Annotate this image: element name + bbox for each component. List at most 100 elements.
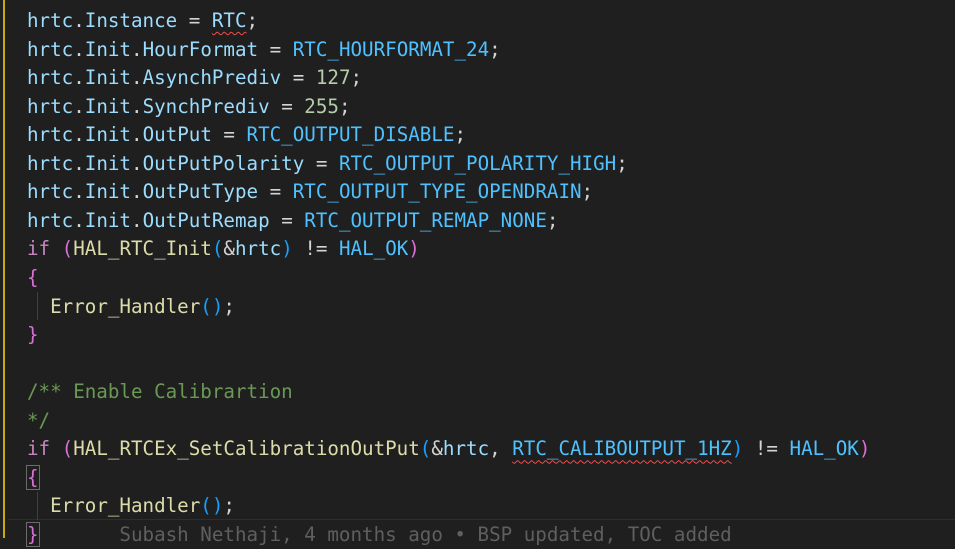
code-token: SynchPrediv: [142, 94, 270, 118]
code-token: .: [73, 123, 85, 147]
code-line[interactable]: if (HAL_RTC_Init(&hrtc) != HAL_OK): [27, 235, 420, 264]
code-token: hrtc: [442, 437, 490, 461]
code-token: ;: [616, 151, 628, 175]
code-token: AsynchPrediv: [142, 66, 282, 90]
code-token: .: [73, 66, 85, 90]
code-token: =: [269, 208, 305, 232]
code-token: .: [73, 208, 85, 232]
code-token: RTC: [211, 9, 247, 32]
code-token: Init: [84, 180, 131, 204]
code-token: .: [131, 208, 143, 232]
code-token: hrtc: [27, 180, 74, 204]
code-token: =: [177, 9, 212, 32]
code-line[interactable]: */: [27, 407, 50, 436]
code-token: RTC_CALIBOUTPUT_1HZ: [512, 437, 732, 461]
code-token: (: [61, 437, 74, 461]
code-line[interactable]: Error_Handler();: [27, 492, 235, 521]
code-token: hrtc: [27, 66, 74, 90]
code-token: ): [858, 437, 871, 461]
code-token: Error_Handler: [50, 494, 201, 518]
code-token: HourFormat: [142, 37, 259, 61]
code-line[interactable]: hrtc.Init.SynchPrediv = 255;: [27, 93, 351, 122]
code-token: &: [223, 237, 235, 261]
code-line[interactable]: if (HAL_RTCEx_SetCalibrationOutPut(&hrtc…: [27, 435, 870, 464]
code-token: hrtc: [27, 94, 74, 118]
code-line[interactable]: {: [26, 464, 40, 493]
code-token: ;: [350, 66, 363, 90]
code-line[interactable]: Error_Handler();: [27, 293, 235, 322]
code-token: RTC_OUTPUT_TYPE_OPENDRAIN: [292, 180, 582, 204]
code-token: HAL_OK: [338, 237, 409, 261]
code-token: Init: [84, 123, 131, 147]
code-token: {: [27, 265, 39, 289]
git-modified-gutter-indicator: [3, 0, 5, 538]
code-token: RTC_OUTPUT_REMAP_NONE: [304, 208, 547, 232]
code-editor[interactable]: hrtc.Instance = RTC; hrtc.Init.HourFormat…: [0, 0, 955, 548]
code-token: ;: [223, 294, 235, 318]
code-token: }: [26, 521, 40, 547]
code-token: hrtc: [27, 151, 74, 175]
code-line[interactable]: hrtc.Init.OutPutRemap = RTC_OUTPUT_REMAP…: [27, 207, 558, 236]
code-token: OutPutPolarity: [142, 151, 305, 175]
code-token: ,: [489, 437, 513, 461]
code-token: ;: [338, 94, 351, 118]
code-line[interactable]: }: [27, 321, 39, 350]
code-token: ): [408, 237, 420, 261]
code-token: Init: [84, 37, 131, 61]
code-token: */: [27, 408, 51, 432]
code-token: {: [26, 464, 40, 490]
code-token: .: [73, 180, 85, 204]
code-token: Init: [84, 208, 131, 232]
code-token: ): [731, 437, 744, 461]
code-token: ;: [246, 9, 259, 32]
code-token: HAL_RTC_Init: [73, 237, 212, 261]
code-token: .: [73, 9, 85, 32]
code-line[interactable]: hrtc.Init.AsynchPrediv = 127;: [27, 64, 362, 93]
code-token: ;: [546, 208, 559, 232]
code-token: hrtc: [234, 237, 282, 261]
code-token: ;: [454, 123, 467, 147]
code-line[interactable]: {: [27, 264, 39, 293]
code-token: .: [131, 37, 143, 61]
code-token: if: [27, 437, 51, 461]
code-token: =: [281, 66, 316, 90]
code-line[interactable]: hrtc.Instance = RTC;: [27, 7, 258, 36]
code-line[interactable]: hrtc.Init.OutPutType = RTC_OUTPUT_TYPE_O…: [27, 178, 593, 207]
code-token: .: [131, 180, 143, 204]
code-line[interactable]: hrtc.Init.OutPutPolarity = RTC_OUTPUT_PO…: [27, 150, 628, 179]
code-token: 127: [315, 66, 351, 90]
code-token: }: [27, 323, 39, 347]
code-token: hrtc: [27, 37, 74, 61]
code-token: .: [131, 123, 143, 147]
code-token: /** Enable Calibrartion: [27, 380, 293, 404]
code-token: HAL_OK: [789, 437, 859, 461]
code-token: HAL_RTCEx_SetCalibrationOutPut: [73, 437, 420, 461]
code-token: OutPut: [142, 123, 212, 147]
code-token: .: [131, 66, 143, 90]
code-token: =: [211, 123, 247, 147]
code-token: =: [269, 94, 305, 118]
code-line[interactable]: /** Enable Calibrartion: [27, 378, 293, 407]
code-token: =: [304, 151, 339, 175]
code-line[interactable]: } Subash Nethaji, 4 months ago • BSP upd…: [26, 521, 732, 549]
code-token: =: [258, 37, 293, 61]
code-token: .: [131, 151, 143, 175]
code-token: .: [131, 94, 143, 118]
code-token: ;: [489, 37, 501, 61]
code-token: .: [73, 94, 85, 118]
code-token: Init: [84, 66, 131, 90]
code-token: !=: [743, 437, 790, 461]
code-token: 255: [304, 94, 339, 118]
code-token: (): [200, 494, 224, 518]
code-token: ;: [581, 180, 594, 204]
code-token: &: [431, 437, 443, 461]
code-line[interactable]: hrtc.Init.HourFormat = RTC_HOURFORMAT_24…: [27, 36, 501, 65]
code-token: ): [281, 237, 293, 261]
code-token: ;: [223, 494, 235, 518]
code-line[interactable]: hrtc.Init.OutPut = RTC_OUTPUT_DISABLE;: [27, 121, 466, 150]
code-token: .: [73, 151, 85, 175]
code-token: Instance: [84, 9, 178, 32]
